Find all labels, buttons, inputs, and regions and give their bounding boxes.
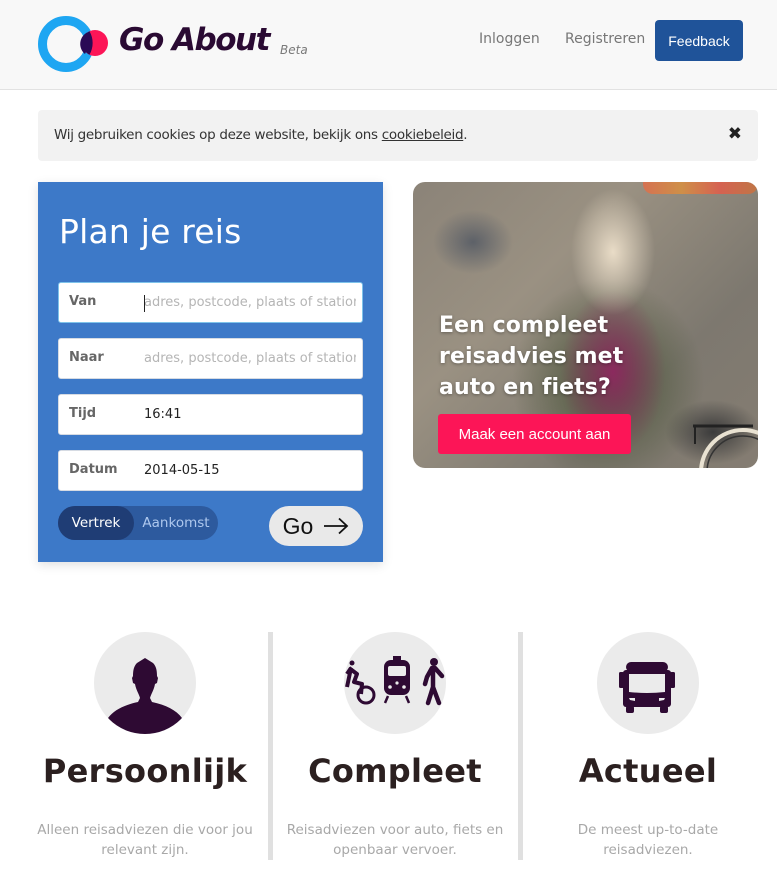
feature-description: Reisadviezen voor auto, fiets en openbaa… — [286, 822, 504, 858]
feature-complete: Compleet Reisadviezen voor auto, fiets e… — [285, 632, 505, 862]
login-link[interactable]: Inloggen — [479, 31, 540, 47]
feature-title: Persoonlijk — [42, 752, 248, 790]
feature-divider — [268, 632, 273, 860]
cookie-text-before: Wij gebruiken cookies op deze website, b… — [54, 127, 382, 143]
feature-divider — [518, 632, 523, 860]
bike-train-walk-icon — [345, 656, 445, 706]
promo-headline: Een compleet reisadvies met auto en fiet… — [439, 313, 624, 400]
feature-description: De meest up-to-date reisadviezen. — [577, 822, 719, 858]
from-input[interactable] — [144, 283, 356, 322]
time-field[interactable]: Tijd — [58, 394, 363, 435]
planner-title: Plan je reis — [59, 212, 242, 251]
feature-personal: Persoonlijk Alleen reisadviezen die voor… — [35, 632, 255, 862]
site-header: Go About Beta Inloggen Registreren Feedb… — [0, 0, 777, 90]
feedback-button[interactable]: Feedback — [655, 20, 743, 61]
feature-icon-circle — [344, 632, 446, 734]
beta-label: Beta — [280, 43, 308, 57]
feature-icon-circle: +3 — [597, 632, 699, 734]
promo-banner: Een compleet reisadvies met auto en fiet… — [413, 182, 758, 468]
register-link[interactable]: Registreren — [565, 31, 645, 47]
from-field[interactable]: Van — [58, 282, 363, 323]
date-label: Datum — [69, 462, 118, 477]
trip-planner: Plan je reis Van Naar Tijd Datum Vertrek… — [38, 182, 383, 562]
bus-icon — [619, 662, 675, 713]
bicycle-photo-detail — [693, 424, 758, 468]
date-field[interactable]: Datum — [58, 450, 363, 491]
feature-icon-circle — [94, 632, 196, 734]
go-label: Go — [282, 512, 314, 539]
go-about-logo-icon[interactable] — [37, 14, 109, 74]
from-label: Van — [69, 294, 97, 309]
cookie-text-after: . — [463, 127, 468, 143]
cookie-policy-link[interactable]: cookiebeleid — [382, 127, 464, 143]
time-label: Tijd — [69, 406, 97, 421]
feature-description: Alleen reisadviezen die voor jou relevan… — [37, 822, 253, 858]
cookie-notice: Wij gebruiken cookies op deze website, b… — [38, 110, 758, 161]
to-field[interactable]: Naar — [58, 338, 363, 379]
to-input[interactable] — [144, 339, 356, 378]
feature-title: Compleet — [308, 752, 482, 790]
promo-photo-leaves — [643, 182, 758, 194]
feature-title: Actueel — [578, 752, 718, 790]
toggle-option-arrival[interactable]: Aankomst — [134, 506, 218, 540]
arrow-right-icon — [324, 517, 349, 535]
create-account-button[interactable]: Maak een account aan — [438, 414, 631, 454]
toggle-option-departure[interactable]: Vertrek — [58, 506, 134, 540]
to-label: Naar — [69, 350, 104, 365]
time-input[interactable] — [144, 395, 356, 434]
text-caret — [144, 295, 145, 312]
person-silhouette-icon — [108, 658, 182, 734]
date-input[interactable] — [144, 451, 356, 490]
go-button[interactable]: Go — [269, 506, 363, 546]
cookie-text: Wij gebruiken cookies op deze website, b… — [54, 127, 468, 143]
brand-name[interactable]: Go About — [119, 22, 270, 58]
feature-current: +3 Actueel De meest up-to-date reisadvie… — [538, 632, 758, 862]
departure-arrival-toggle[interactable]: Vertrek Aankomst — [58, 506, 218, 540]
close-x-icon[interactable]: ✖ — [728, 124, 742, 144]
